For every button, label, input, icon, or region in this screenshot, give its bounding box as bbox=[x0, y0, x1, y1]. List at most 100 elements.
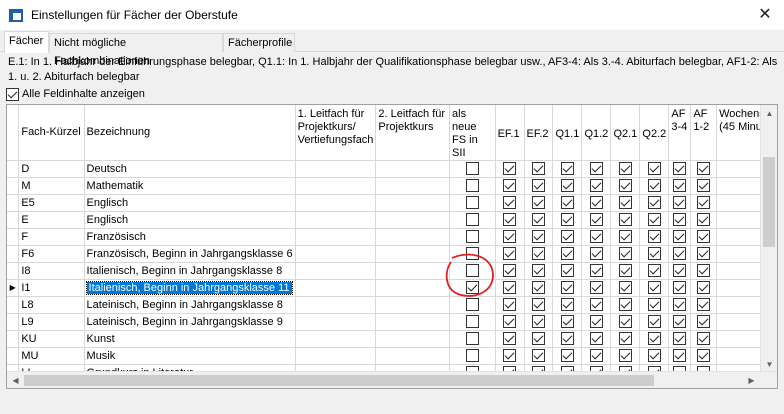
checkbox-af34[interactable] bbox=[673, 315, 687, 329]
cell-fach-kuerzel[interactable]: I8 bbox=[18, 262, 85, 280]
checkbox-ef2[interactable] bbox=[532, 213, 545, 227]
cell-leitfach-2[interactable] bbox=[375, 330, 451, 348]
checkbox-q11[interactable] bbox=[560, 264, 574, 278]
checkbox-q12[interactable] bbox=[589, 179, 603, 193]
checkbox-q21[interactable] bbox=[618, 230, 632, 244]
header-ef1[interactable]: EF.1 bbox=[495, 105, 525, 161]
header-ef2[interactable]: EF.2 bbox=[524, 105, 554, 161]
checkbox-q11[interactable] bbox=[560, 230, 574, 244]
cell-leitfach-2[interactable] bbox=[375, 347, 451, 365]
checkbox-neu[interactable] bbox=[465, 332, 479, 346]
checkbox-q21[interactable] bbox=[618, 349, 632, 363]
cell-bezeichnung[interactable]: Lateinisch, Beginn in Jahrgangsklasse 8 bbox=[84, 296, 296, 314]
checkbox-neu[interactable] bbox=[465, 196, 479, 210]
cell-leitfach-2[interactable] bbox=[375, 279, 451, 297]
table-row[interactable]: E Englisch bbox=[7, 211, 777, 229]
header-q22[interactable]: Q2.2 bbox=[639, 105, 670, 161]
checkbox-q12[interactable] bbox=[589, 247, 603, 261]
checkbox-ef2[interactable] bbox=[532, 298, 545, 312]
header-leitfach-1[interactable]: 1. Leitfach für Projektkurs/ Vertiefungs… bbox=[295, 105, 377, 161]
table-row[interactable]: E5 Englisch bbox=[7, 194, 777, 212]
checkbox-af34[interactable] bbox=[673, 162, 687, 176]
checkbox-q12[interactable] bbox=[589, 281, 603, 295]
checkbox-q21[interactable] bbox=[618, 213, 632, 227]
checkbox-neu[interactable] bbox=[465, 179, 479, 193]
checkbox-ef1[interactable] bbox=[503, 298, 517, 312]
header-af34[interactable]: AF 3-4 bbox=[668, 105, 692, 161]
cell-leitfach-1[interactable] bbox=[295, 177, 377, 195]
header-neue-fs[interactable]: als neue FS in SII bbox=[449, 105, 496, 161]
checkbox-q22[interactable] bbox=[647, 281, 661, 295]
cell-leitfach-2[interactable] bbox=[375, 228, 451, 246]
cell-leitfach-1[interactable] bbox=[295, 262, 377, 280]
checkbox-af34[interactable] bbox=[673, 281, 687, 295]
cell-leitfach-1[interactable] bbox=[295, 279, 377, 297]
checkbox-ef1[interactable] bbox=[503, 162, 517, 176]
show-all-fields-checkbox[interactable]: Alle Feldinhalte anzeigen bbox=[6, 86, 145, 102]
cell-bezeichnung[interactable]: Französisch, Beginn in Jahrgangsklasse 6 bbox=[84, 245, 296, 263]
checkbox-q22[interactable] bbox=[647, 196, 661, 210]
table-row[interactable]: F Französisch bbox=[7, 228, 777, 246]
cell-fach-kuerzel[interactable]: E5 bbox=[18, 194, 85, 212]
checkbox-q22[interactable] bbox=[647, 264, 661, 278]
checkbox-neu[interactable] bbox=[465, 247, 479, 261]
cell-fach-kuerzel[interactable]: L8 bbox=[18, 296, 85, 314]
table-row[interactable]: I8 Italienisch, Beginn in Jahrgangsklasse… bbox=[7, 262, 777, 280]
checkbox-af12[interactable] bbox=[697, 298, 711, 312]
checkbox-q11[interactable] bbox=[560, 349, 574, 363]
checkbox-q12[interactable] bbox=[589, 298, 603, 312]
checkbox-q11[interactable] bbox=[560, 332, 574, 346]
tab-faecher[interactable]: Fächer bbox=[4, 31, 49, 53]
checkbox-q21[interactable] bbox=[618, 281, 632, 295]
checkbox-q12[interactable] bbox=[589, 332, 603, 346]
checkbox-ef2[interactable] bbox=[532, 349, 545, 363]
cell-bezeichnung[interactable]: Deutsch bbox=[84, 160, 296, 178]
checkbox-ef2[interactable] bbox=[532, 332, 545, 346]
checkbox-ef1[interactable] bbox=[503, 247, 517, 261]
checkbox-ef1[interactable] bbox=[503, 213, 517, 227]
vertical-scroll-thumb[interactable] bbox=[763, 157, 775, 247]
checkbox-q12[interactable] bbox=[589, 162, 603, 176]
cell-leitfach-1[interactable] bbox=[295, 228, 377, 246]
checkbox-af12[interactable] bbox=[697, 332, 711, 346]
checkbox-q22[interactable] bbox=[647, 162, 661, 176]
checkbox-ef2[interactable] bbox=[532, 264, 545, 278]
cell-bezeichnung[interactable]: Musik bbox=[84, 347, 296, 365]
checkbox-q21[interactable] bbox=[618, 162, 632, 176]
scroll-left-icon[interactable]: ◀ bbox=[7, 372, 24, 388]
checkbox-neu[interactable] bbox=[465, 315, 479, 329]
checkbox-ef2[interactable] bbox=[532, 247, 545, 261]
cell-bezeichnung[interactable]: Lateinisch, Beginn in Jahrgangsklasse 9 bbox=[84, 313, 296, 331]
checkbox-neu[interactable] bbox=[465, 264, 479, 278]
checkbox-ef1[interactable] bbox=[503, 349, 517, 363]
cell-leitfach-2[interactable] bbox=[375, 313, 451, 331]
checkbox-q11[interactable] bbox=[560, 179, 574, 193]
cell-bezeichnung[interactable]: Mathematik bbox=[84, 177, 296, 195]
checkbox-af34[interactable] bbox=[673, 179, 687, 193]
checkbox-q22[interactable] bbox=[647, 230, 661, 244]
checkbox-q12[interactable] bbox=[589, 264, 603, 278]
cell-leitfach-2[interactable] bbox=[375, 262, 451, 280]
checkbox-af12[interactable] bbox=[697, 315, 711, 329]
checkbox-q22[interactable] bbox=[647, 179, 661, 193]
checkbox-ef2[interactable] bbox=[532, 281, 545, 295]
checkbox-ef2[interactable] bbox=[532, 315, 545, 329]
cell-leitfach-1[interactable] bbox=[295, 313, 377, 331]
table-row[interactable]: F6 Französisch, Beginn in Jahrgangsklasse… bbox=[7, 245, 777, 263]
checkbox-q11[interactable] bbox=[560, 281, 574, 295]
header-bezeichnung[interactable]: Bezeichnung bbox=[84, 105, 296, 161]
checkbox-q11[interactable] bbox=[560, 315, 574, 329]
checkbox-neu[interactable] bbox=[465, 281, 479, 295]
checkbox-af34[interactable] bbox=[673, 230, 687, 244]
cell-leitfach-2[interactable] bbox=[375, 211, 451, 229]
cell-fach-kuerzel[interactable]: I1 bbox=[18, 279, 85, 297]
checkbox-neu[interactable] bbox=[465, 349, 479, 363]
checkbox-af12[interactable] bbox=[697, 196, 711, 210]
cell-bezeichnung[interactable]: Italienisch, Beginn in Jahrgangsklasse 8 bbox=[84, 262, 296, 280]
checkbox-ef1[interactable] bbox=[503, 264, 517, 278]
checkbox-af34[interactable] bbox=[673, 332, 687, 346]
checkbox-q22[interactable] bbox=[647, 349, 661, 363]
cell-fach-kuerzel[interactable]: MU bbox=[18, 347, 85, 365]
cell-bezeichnung[interactable]: Englisch bbox=[84, 211, 296, 229]
header-fach-kuerzel[interactable]: Fach-Kürzel bbox=[18, 105, 85, 161]
